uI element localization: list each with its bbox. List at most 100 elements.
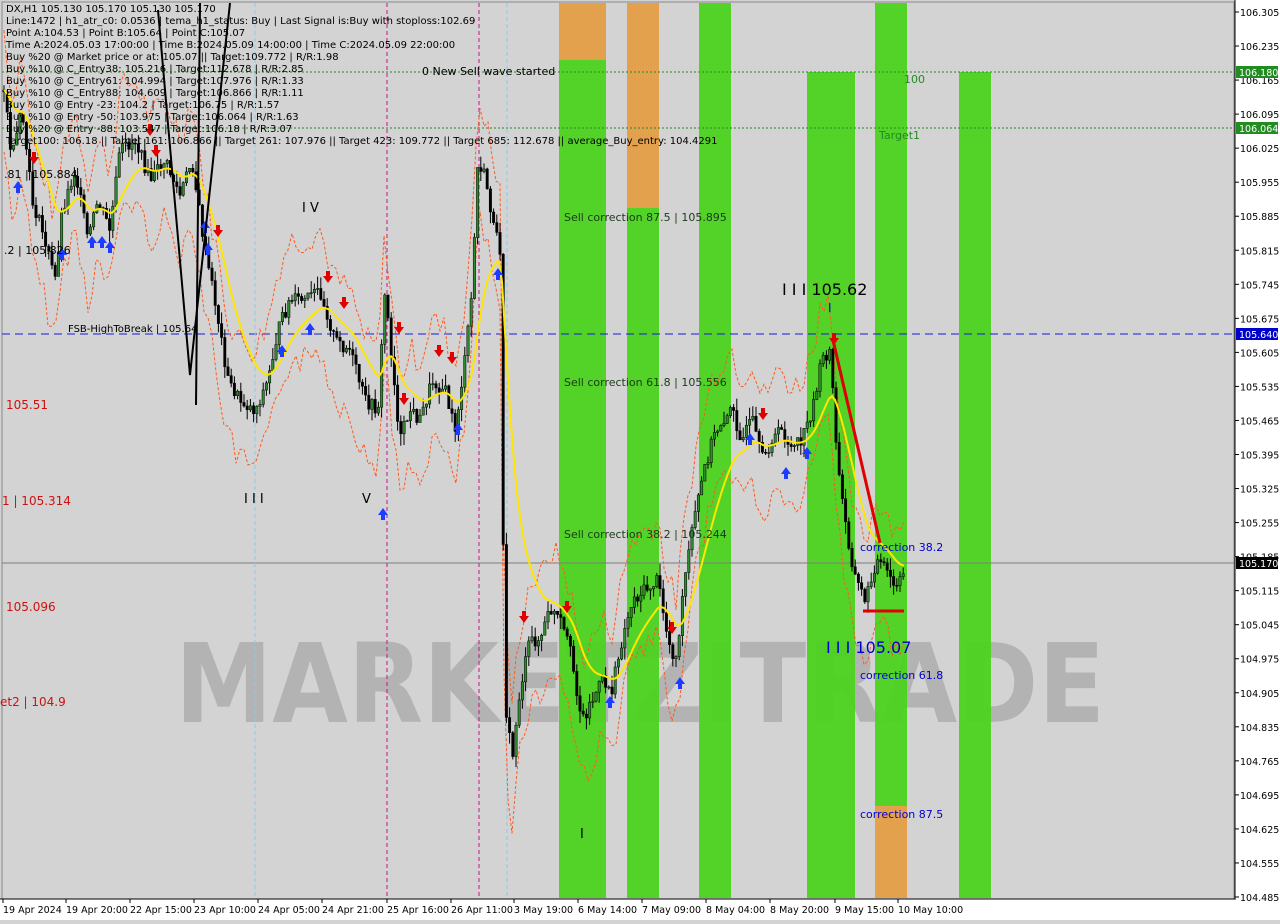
- info-line: Buy %10 @ Entry -50: 103.975 | Target:10…: [6, 112, 299, 123]
- candle-body: [581, 710, 585, 715]
- candle-body: [703, 464, 707, 482]
- candle-body: [469, 298, 473, 327]
- price-tick-label: 105.535: [1240, 382, 1279, 393]
- candle-body: [645, 584, 649, 591]
- candle-body: [888, 569, 892, 577]
- candle-body: [648, 588, 652, 591]
- candle-body: [472, 237, 476, 299]
- candle-body: [552, 610, 556, 615]
- candle-body: [680, 596, 684, 636]
- candle-body: [88, 226, 92, 235]
- price-tick-label: 104.835: [1240, 723, 1279, 734]
- candle-body: [744, 424, 748, 438]
- candle-body: [722, 423, 726, 426]
- candle-body: [568, 636, 572, 647]
- candle-body: [514, 724, 518, 757]
- candle-body: [767, 452, 771, 454]
- candle-body: [901, 573, 905, 577]
- candle-body: [264, 382, 268, 391]
- candle-body: [485, 168, 489, 190]
- candle-body: [687, 549, 691, 573]
- candle-body: [725, 415, 729, 424]
- candle-body: [751, 415, 755, 420]
- candle-body: [216, 305, 220, 324]
- candle-body: [360, 381, 364, 387]
- price-tick-label: 104.765: [1240, 757, 1279, 768]
- candle-body: [85, 212, 89, 235]
- candle-body: [402, 420, 406, 435]
- candle-body: [895, 585, 899, 587]
- candle-body: [463, 355, 467, 388]
- price-tick-label: 105.395: [1240, 451, 1279, 462]
- candle-body: [312, 288, 316, 293]
- candle-body: [543, 621, 547, 636]
- candle-body: [66, 189, 70, 209]
- candle-body: [732, 407, 736, 411]
- info-line: Time A:2024.05.03 17:00:00 | Time B:2024…: [6, 40, 456, 51]
- zone-green-2: [627, 208, 659, 898]
- price-tag-label: 105.170: [1239, 559, 1278, 570]
- info-line: Line:1472 | h1_atr_c0: 0.0536 | tema_h1_…: [6, 16, 476, 27]
- trading-chart[interactable]: MARKETZITRADE: [0, 0, 1280, 920]
- candle-body: [328, 319, 332, 331]
- price-tick-label: 105.885: [1240, 212, 1279, 223]
- wave-v-label: V: [362, 492, 371, 507]
- time-tick-label: 8 May 04:00: [706, 905, 765, 916]
- candle-body: [229, 375, 233, 384]
- price-tick-label: 105.605: [1240, 348, 1279, 359]
- candle-body: [741, 437, 745, 441]
- price-tag-label: 106.064: [1239, 124, 1278, 135]
- candle-body: [37, 215, 41, 218]
- info-line: Point A:104.53 | Point B:105.64 | Point …: [6, 28, 246, 39]
- candle-body: [696, 494, 700, 512]
- candle-body: [885, 562, 889, 571]
- candle-body: [668, 631, 672, 645]
- candle-body: [706, 462, 710, 465]
- price-tick-label: 106.305: [1240, 8, 1279, 19]
- candle-body: [626, 617, 630, 629]
- candle-body: [556, 610, 560, 615]
- price-axis[interactable]: 106.305106.235106.165106.095106.025105.9…: [1234, 0, 1280, 920]
- candle-body: [277, 321, 281, 345]
- candle-body: [111, 206, 115, 231]
- candle-body: [616, 658, 620, 668]
- candle-body: [540, 634, 544, 641]
- candle-body: [898, 576, 902, 586]
- candle-body: [482, 168, 486, 172]
- info-line: Buy %20 @ Entry -88: 103.547 | Target:10…: [6, 124, 293, 135]
- candle-body: [223, 337, 227, 368]
- zone-green-6: [959, 72, 991, 898]
- candle-body: [220, 323, 224, 338]
- candle-body: [210, 267, 214, 281]
- candle-body: [156, 164, 160, 171]
- time-axis[interactable]: 19 Apr 2024 19 Apr 20:00 22 Apr 15:00 23 Ap…: [0, 898, 1235, 920]
- candle-body: [524, 656, 528, 683]
- candle-body: [776, 427, 780, 435]
- candle-body: [588, 702, 592, 719]
- candle-body: [274, 344, 278, 360]
- candle-body: [511, 732, 515, 757]
- candle-body: [370, 399, 374, 410]
- candle-body: [805, 421, 809, 429]
- info-panel: DX,H1 105.130 105.170 105.130 105.170 Lin…: [0, 0, 717, 150]
- info-line: Target100: 106.18 || Target 161: 106.866…: [6, 136, 718, 147]
- candle-body: [303, 297, 307, 301]
- candle-body: [892, 576, 896, 586]
- candle-body: [69, 185, 73, 190]
- time-tick-label: 22 Apr 15:00: [130, 905, 192, 916]
- time-tick-label: 25 Apr 16:00: [387, 905, 449, 916]
- candle-body: [658, 575, 662, 590]
- candle-body: [252, 405, 256, 415]
- candle-body: [549, 611, 553, 615]
- candle-body: [389, 317, 393, 358]
- candle-body: [828, 349, 832, 361]
- candle-body: [847, 521, 851, 549]
- candle-body: [351, 349, 355, 356]
- left-level-1: 105.51: [6, 398, 48, 412]
- price-tick-label: 104.555: [1240, 859, 1279, 870]
- time-tick-label: 24 Apr 21:00: [322, 905, 384, 916]
- candle-body: [872, 572, 876, 583]
- candle-body: [780, 427, 784, 430]
- candle-body: [399, 421, 403, 435]
- price-tick-label: 105.675: [1240, 314, 1279, 325]
